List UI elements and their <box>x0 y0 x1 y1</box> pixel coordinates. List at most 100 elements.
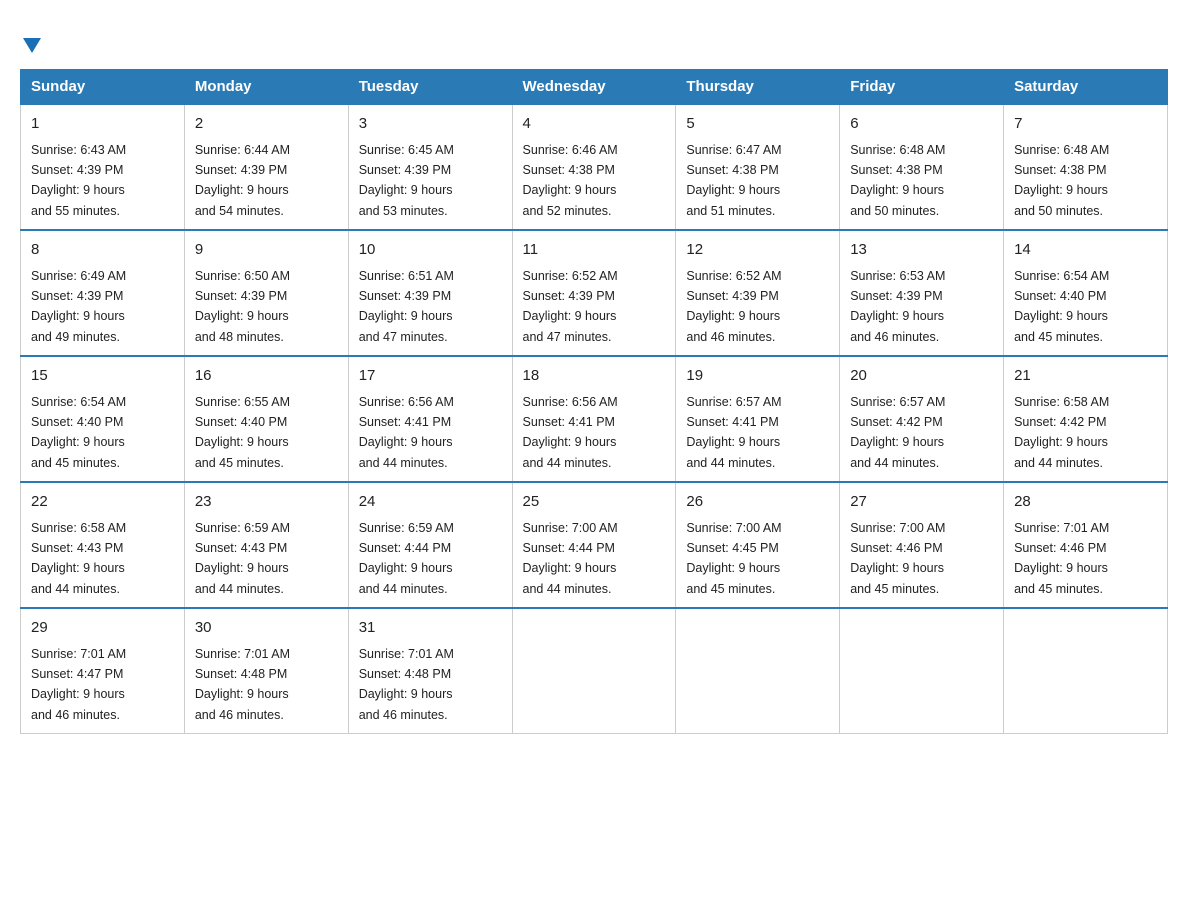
table-row: 10 Sunrise: 6:51 AMSunset: 4:39 PMDaylig… <box>348 230 512 356</box>
table-row: 20 Sunrise: 6:57 AMSunset: 4:42 PMDaylig… <box>840 356 1004 482</box>
page-header <box>20 20 1168 49</box>
day-number: 5 <box>686 113 829 136</box>
table-row: 28 Sunrise: 7:01 AMSunset: 4:46 PMDaylig… <box>1004 482 1168 608</box>
table-row: 26 Sunrise: 7:00 AMSunset: 4:45 PMDaylig… <box>676 482 840 608</box>
day-info: Sunrise: 6:52 AMSunset: 4:39 PMDaylight:… <box>523 269 618 344</box>
day-info: Sunrise: 6:56 AMSunset: 4:41 PMDaylight:… <box>523 395 618 470</box>
day-number: 2 <box>195 113 338 136</box>
day-info: Sunrise: 6:44 AMSunset: 4:39 PMDaylight:… <box>195 143 290 218</box>
day-info: Sunrise: 7:00 AMSunset: 4:44 PMDaylight:… <box>523 521 618 596</box>
col-friday: Friday <box>840 70 1004 105</box>
logo <box>20 20 41 49</box>
calendar-header-row: Sunday Monday Tuesday Wednesday Thursday… <box>21 70 1168 105</box>
table-row: 16 Sunrise: 6:55 AMSunset: 4:40 PMDaylig… <box>184 356 348 482</box>
col-wednesday: Wednesday <box>512 70 676 105</box>
table-row: 2 Sunrise: 6:44 AMSunset: 4:39 PMDayligh… <box>184 104 348 230</box>
table-row: 29 Sunrise: 7:01 AMSunset: 4:47 PMDaylig… <box>21 608 185 734</box>
day-info: Sunrise: 6:48 AMSunset: 4:38 PMDaylight:… <box>850 143 945 218</box>
day-number: 28 <box>1014 491 1157 514</box>
day-number: 14 <box>1014 239 1157 262</box>
table-row: 15 Sunrise: 6:54 AMSunset: 4:40 PMDaylig… <box>21 356 185 482</box>
day-number: 7 <box>1014 113 1157 136</box>
day-info: Sunrise: 7:01 AMSunset: 4:48 PMDaylight:… <box>195 647 290 722</box>
table-row <box>512 608 676 734</box>
col-saturday: Saturday <box>1004 70 1168 105</box>
day-number: 12 <box>686 239 829 262</box>
day-info: Sunrise: 6:57 AMSunset: 4:42 PMDaylight:… <box>850 395 945 470</box>
table-row: 7 Sunrise: 6:48 AMSunset: 4:38 PMDayligh… <box>1004 104 1168 230</box>
col-sunday: Sunday <box>21 70 185 105</box>
table-row <box>840 608 1004 734</box>
table-row: 4 Sunrise: 6:46 AMSunset: 4:38 PMDayligh… <box>512 104 676 230</box>
table-row <box>676 608 840 734</box>
day-number: 13 <box>850 239 993 262</box>
day-info: Sunrise: 6:43 AMSunset: 4:39 PMDaylight:… <box>31 143 126 218</box>
day-info: Sunrise: 6:50 AMSunset: 4:39 PMDaylight:… <box>195 269 290 344</box>
day-info: Sunrise: 6:57 AMSunset: 4:41 PMDaylight:… <box>686 395 781 470</box>
day-number: 31 <box>359 617 502 640</box>
day-info: Sunrise: 7:01 AMSunset: 4:46 PMDaylight:… <box>1014 521 1109 596</box>
col-tuesday: Tuesday <box>348 70 512 105</box>
day-info: Sunrise: 7:01 AMSunset: 4:47 PMDaylight:… <box>31 647 126 722</box>
day-number: 24 <box>359 491 502 514</box>
day-info: Sunrise: 6:55 AMSunset: 4:40 PMDaylight:… <box>195 395 290 470</box>
day-number: 17 <box>359 365 502 388</box>
day-number: 30 <box>195 617 338 640</box>
day-info: Sunrise: 7:00 AMSunset: 4:46 PMDaylight:… <box>850 521 945 596</box>
day-number: 25 <box>523 491 666 514</box>
table-row: 23 Sunrise: 6:59 AMSunset: 4:43 PMDaylig… <box>184 482 348 608</box>
day-info: Sunrise: 6:59 AMSunset: 4:44 PMDaylight:… <box>359 521 454 596</box>
day-info: Sunrise: 6:58 AMSunset: 4:42 PMDaylight:… <box>1014 395 1109 470</box>
day-number: 16 <box>195 365 338 388</box>
day-number: 23 <box>195 491 338 514</box>
table-row: 5 Sunrise: 6:47 AMSunset: 4:38 PMDayligh… <box>676 104 840 230</box>
day-info: Sunrise: 6:54 AMSunset: 4:40 PMDaylight:… <box>31 395 126 470</box>
calendar-week-row: 1 Sunrise: 6:43 AMSunset: 4:39 PMDayligh… <box>21 104 1168 230</box>
day-info: Sunrise: 6:48 AMSunset: 4:38 PMDaylight:… <box>1014 143 1109 218</box>
day-number: 9 <box>195 239 338 262</box>
calendar-table: Sunday Monday Tuesday Wednesday Thursday… <box>20 69 1168 734</box>
table-row: 9 Sunrise: 6:50 AMSunset: 4:39 PMDayligh… <box>184 230 348 356</box>
calendar-week-row: 8 Sunrise: 6:49 AMSunset: 4:39 PMDayligh… <box>21 230 1168 356</box>
day-number: 3 <box>359 113 502 136</box>
table-row: 18 Sunrise: 6:56 AMSunset: 4:41 PMDaylig… <box>512 356 676 482</box>
table-row: 11 Sunrise: 6:52 AMSunset: 4:39 PMDaylig… <box>512 230 676 356</box>
day-number: 1 <box>31 113 174 136</box>
table-row: 13 Sunrise: 6:53 AMSunset: 4:39 PMDaylig… <box>840 230 1004 356</box>
day-number: 27 <box>850 491 993 514</box>
calendar-week-row: 29 Sunrise: 7:01 AMSunset: 4:47 PMDaylig… <box>21 608 1168 734</box>
day-info: Sunrise: 6:58 AMSunset: 4:43 PMDaylight:… <box>31 521 126 596</box>
day-number: 20 <box>850 365 993 388</box>
day-number: 18 <box>523 365 666 388</box>
day-info: Sunrise: 7:00 AMSunset: 4:45 PMDaylight:… <box>686 521 781 596</box>
day-info: Sunrise: 7:01 AMSunset: 4:48 PMDaylight:… <box>359 647 454 722</box>
day-number: 15 <box>31 365 174 388</box>
table-row: 21 Sunrise: 6:58 AMSunset: 4:42 PMDaylig… <box>1004 356 1168 482</box>
day-number: 8 <box>31 239 174 262</box>
day-info: Sunrise: 6:59 AMSunset: 4:43 PMDaylight:… <box>195 521 290 596</box>
table-row: 3 Sunrise: 6:45 AMSunset: 4:39 PMDayligh… <box>348 104 512 230</box>
day-info: Sunrise: 6:56 AMSunset: 4:41 PMDaylight:… <box>359 395 454 470</box>
table-row: 24 Sunrise: 6:59 AMSunset: 4:44 PMDaylig… <box>348 482 512 608</box>
table-row: 22 Sunrise: 6:58 AMSunset: 4:43 PMDaylig… <box>21 482 185 608</box>
day-number: 21 <box>1014 365 1157 388</box>
table-row: 19 Sunrise: 6:57 AMSunset: 4:41 PMDaylig… <box>676 356 840 482</box>
day-number: 22 <box>31 491 174 514</box>
day-number: 6 <box>850 113 993 136</box>
day-number: 10 <box>359 239 502 262</box>
day-info: Sunrise: 6:49 AMSunset: 4:39 PMDaylight:… <box>31 269 126 344</box>
day-info: Sunrise: 6:54 AMSunset: 4:40 PMDaylight:… <box>1014 269 1109 344</box>
table-row: 14 Sunrise: 6:54 AMSunset: 4:40 PMDaylig… <box>1004 230 1168 356</box>
table-row: 27 Sunrise: 7:00 AMSunset: 4:46 PMDaylig… <box>840 482 1004 608</box>
calendar-week-row: 22 Sunrise: 6:58 AMSunset: 4:43 PMDaylig… <box>21 482 1168 608</box>
day-number: 4 <box>523 113 666 136</box>
table-row: 12 Sunrise: 6:52 AMSunset: 4:39 PMDaylig… <box>676 230 840 356</box>
table-row: 6 Sunrise: 6:48 AMSunset: 4:38 PMDayligh… <box>840 104 1004 230</box>
logo-triangle-icon <box>23 38 41 53</box>
day-info: Sunrise: 6:52 AMSunset: 4:39 PMDaylight:… <box>686 269 781 344</box>
col-thursday: Thursday <box>676 70 840 105</box>
day-info: Sunrise: 6:45 AMSunset: 4:39 PMDaylight:… <box>359 143 454 218</box>
day-info: Sunrise: 6:46 AMSunset: 4:38 PMDaylight:… <box>523 143 618 218</box>
calendar-week-row: 15 Sunrise: 6:54 AMSunset: 4:40 PMDaylig… <box>21 356 1168 482</box>
day-info: Sunrise: 6:53 AMSunset: 4:39 PMDaylight:… <box>850 269 945 344</box>
